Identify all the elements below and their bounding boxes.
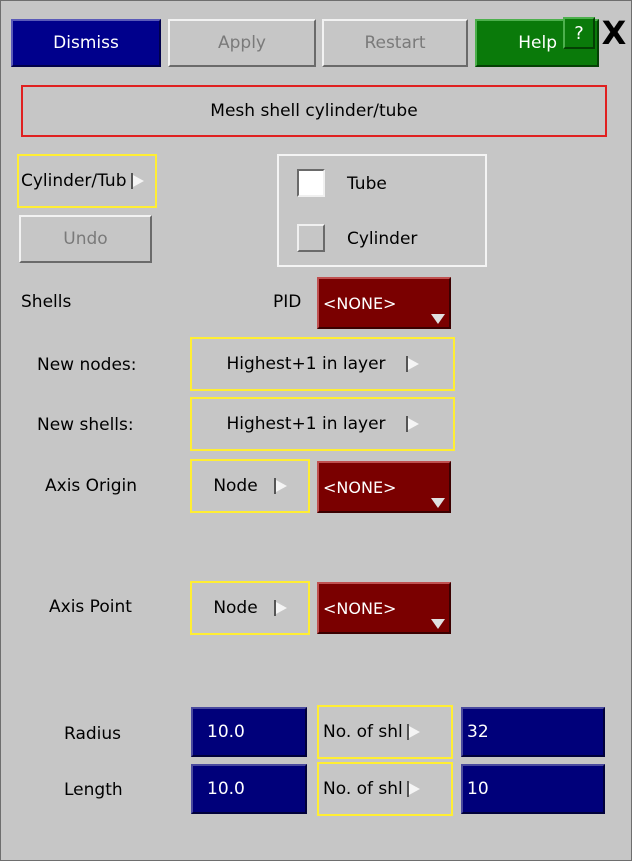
pid-select[interactable]: <NONE> bbox=[317, 277, 451, 329]
menu-arrow-icon bbox=[130, 173, 144, 189]
mesh-cylinder-panel: Dismiss Apply Restart Help ? X Mesh shel… bbox=[0, 0, 632, 861]
menu-arrow-icon bbox=[405, 416, 419, 432]
undo-button[interactable]: Undo bbox=[19, 215, 152, 263]
pid-value: <NONE> bbox=[323, 293, 397, 313]
close-icon[interactable]: X bbox=[597, 14, 631, 52]
menu-arrow-icon bbox=[273, 478, 287, 494]
radius-shell-count: 32 bbox=[467, 722, 489, 742]
new-nodes-value: Highest+1 in layer bbox=[226, 354, 386, 374]
radius-shells-menu-label: No. of shl bbox=[323, 722, 403, 742]
dismiss-label: Dismiss bbox=[53, 33, 119, 53]
radius-shell-count-input[interactable]: 32 bbox=[461, 707, 605, 757]
axis-point-value: <NONE> bbox=[323, 598, 397, 618]
type-group: Tube Cylinder bbox=[277, 154, 487, 267]
axis-origin-label: Axis Origin bbox=[45, 476, 138, 496]
length-shell-count: 10 bbox=[467, 779, 489, 799]
new-shells-label: New shells: bbox=[37, 415, 134, 435]
length-shells-menu[interactable]: No. of shl bbox=[317, 762, 453, 816]
length-input[interactable]: 10.0 bbox=[191, 764, 307, 814]
length-shell-count-input[interactable]: 10 bbox=[461, 764, 605, 814]
cylinder-label: Cylinder bbox=[347, 229, 418, 249]
cylinder-checkbox[interactable] bbox=[297, 224, 325, 252]
axis-origin-type: Node bbox=[213, 476, 258, 496]
dropdown-corner-icon bbox=[431, 498, 445, 508]
question-icon[interactable]: ? bbox=[563, 17, 595, 49]
radius-value: 10.0 bbox=[207, 722, 245, 742]
axis-point-label: Axis Point bbox=[49, 597, 132, 617]
apply-label: Apply bbox=[218, 33, 266, 53]
radius-label: Radius bbox=[64, 724, 122, 744]
new-nodes-label: New nodes: bbox=[37, 355, 137, 375]
tube-label: Tube bbox=[347, 174, 387, 194]
apply-button[interactable]: Apply bbox=[168, 19, 316, 67]
shells-label: Shells bbox=[21, 292, 72, 312]
help-label: Help bbox=[518, 33, 557, 53]
length-value: 10.0 bbox=[207, 779, 245, 799]
new-shells-menu[interactable]: Highest+1 in layer bbox=[190, 397, 455, 451]
axis-point-type-menu[interactable]: Node bbox=[190, 581, 310, 635]
cylinder-tube-menu-label: Cylinder/Tub bbox=[21, 171, 127, 191]
axis-origin-type-menu[interactable]: Node bbox=[190, 459, 310, 513]
axis-origin-value: <NONE> bbox=[323, 477, 397, 497]
menu-arrow-icon bbox=[405, 356, 419, 372]
menu-arrow-icon bbox=[406, 724, 420, 740]
cylinder-tube-menu[interactable]: Cylinder/Tub bbox=[17, 154, 157, 208]
length-label: Length bbox=[64, 780, 123, 800]
new-nodes-menu[interactable]: Highest+1 in layer bbox=[190, 337, 455, 391]
menu-arrow-icon bbox=[273, 600, 287, 616]
axis-origin-select[interactable]: <NONE> bbox=[317, 461, 451, 513]
axis-point-select[interactable]: <NONE> bbox=[317, 582, 451, 634]
restart-button[interactable]: Restart bbox=[322, 19, 468, 67]
axis-point-type: Node bbox=[213, 598, 258, 618]
radius-input[interactable]: 10.0 bbox=[191, 707, 307, 757]
dismiss-button[interactable]: Dismiss bbox=[11, 19, 161, 67]
title-box: Mesh shell cylinder/tube bbox=[21, 85, 607, 137]
dropdown-corner-icon bbox=[431, 619, 445, 629]
tube-checkbox[interactable] bbox=[297, 169, 325, 197]
dropdown-corner-icon bbox=[431, 314, 445, 324]
question-glyph: ? bbox=[574, 22, 584, 44]
menu-arrow-icon bbox=[406, 781, 420, 797]
close-glyph: X bbox=[601, 14, 627, 52]
panel-title: Mesh shell cylinder/tube bbox=[210, 101, 418, 121]
restart-label: Restart bbox=[364, 33, 426, 53]
new-shells-value: Highest+1 in layer bbox=[226, 414, 386, 434]
radius-shells-menu[interactable]: No. of shl bbox=[317, 705, 453, 759]
pid-label: PID bbox=[273, 292, 302, 312]
undo-label: Undo bbox=[63, 229, 108, 249]
length-shells-menu-label: No. of shl bbox=[323, 779, 403, 799]
